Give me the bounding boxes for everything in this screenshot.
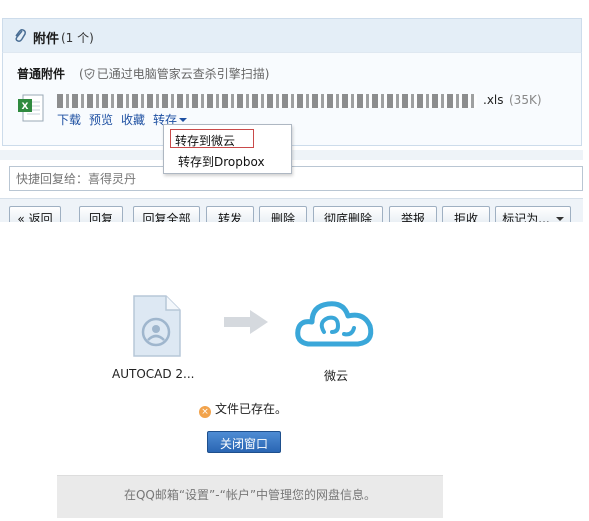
shield-icon xyxy=(84,68,95,83)
arrow-right-icon xyxy=(222,308,270,339)
menu-item-save-to-weiyun[interactable]: 转存到微云 xyxy=(170,129,254,148)
menu-item-save-to-dropbox[interactable]: 转存到Dropbox xyxy=(178,153,265,170)
download-link[interactable]: 下载 xyxy=(57,113,81,127)
quick-reply-input[interactable] xyxy=(10,167,582,190)
file-size: (35K) xyxy=(509,93,542,107)
document-icon xyxy=(130,294,182,358)
transfer-dialog: AUTOCAD 2... 微云 × 文件已存在。 关闭窗口 在QQ邮箱“设置”-“… xyxy=(57,238,443,518)
attachment-count: (1 个) xyxy=(61,31,94,45)
target-name: 微云 xyxy=(324,369,349,383)
attachment-panel: 附件 (1 个) 普通附件 (已通过电脑管家云查杀引擎扫描) X .xls (3… xyxy=(0,0,583,228)
quick-reply-field[interactable] xyxy=(9,166,583,191)
paperclip-icon xyxy=(13,28,27,47)
warning-icon: × xyxy=(199,406,211,418)
footer-note: 在QQ邮箱“设置”-“帐户”中管理您的网盘信息。 xyxy=(57,475,443,518)
svg-text:X: X xyxy=(22,102,29,112)
excel-file-icon[interactable]: X xyxy=(17,93,45,123)
chevron-down-icon xyxy=(555,217,564,221)
favorite-link[interactable]: 收藏 xyxy=(121,113,145,127)
preview-link[interactable]: 预览 xyxy=(89,113,113,127)
file-name-redacted xyxy=(57,93,477,108)
save-to-menu: 转存到微云 转存到Dropbox xyxy=(163,124,292,174)
status-text: 文件已存在。 xyxy=(215,402,288,416)
source-file-name: AUTOCAD 2... xyxy=(112,367,195,381)
weiyun-cloud-icon xyxy=(294,298,376,350)
scan-note: (已通过电脑管家云查杀引擎扫描) xyxy=(79,65,269,83)
attachment-header: 附件 (1 个) xyxy=(2,18,582,52)
attachment-title: 附件 xyxy=(33,32,60,47)
chevron-down-icon xyxy=(179,118,188,122)
close-window-button[interactable]: 关闭窗口 xyxy=(207,431,281,453)
file-extension: .xls xyxy=(483,93,504,107)
attachment-body: 普通附件 (已通过电脑管家云查杀引擎扫描) X .xls (35K) 下载 预览收… xyxy=(2,52,582,146)
redacted-text xyxy=(57,93,477,108)
normal-attachment-title: 普通附件 xyxy=(17,67,66,81)
scan-note-text: 已通过电脑管家云查杀引擎扫描) xyxy=(96,67,270,81)
status-message: × 文件已存在。 xyxy=(199,400,287,418)
